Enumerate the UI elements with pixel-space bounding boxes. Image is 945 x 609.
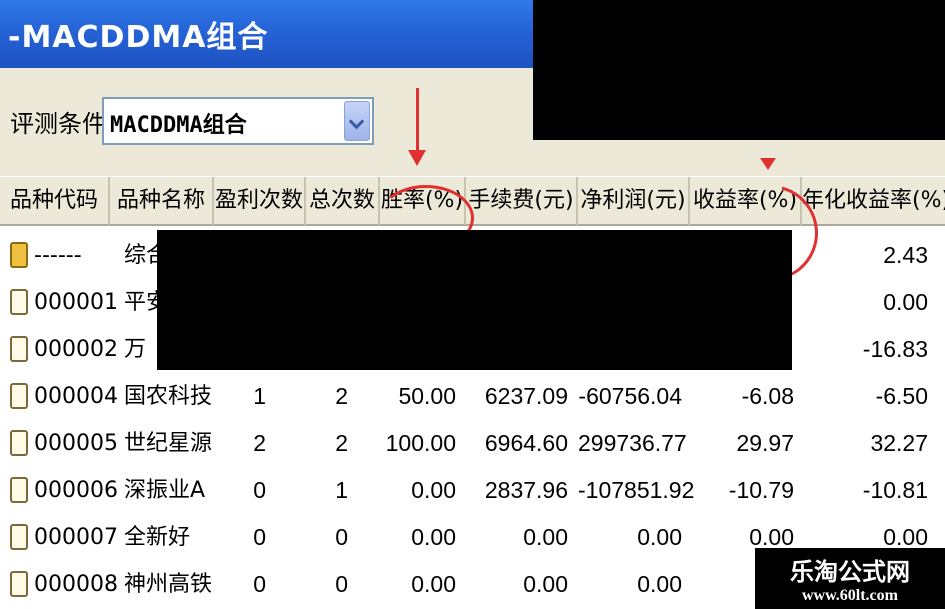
cell-rate: 0.00: [411, 571, 456, 597]
col-header-total[interactable]: 总次数: [306, 177, 380, 225]
annotation-arrow-small: [760, 158, 776, 170]
cell-profit: -107851.92: [578, 477, 695, 503]
col-header-annual-return[interactable]: 年化收益率(%): [802, 177, 945, 225]
cell-win: 2: [253, 430, 266, 456]
condition-select-value: MACDDMA组合: [110, 113, 247, 138]
cell-ret: 29.97: [736, 430, 794, 456]
annotation-arrow: [408, 88, 426, 166]
watermark-name: 乐淘公式网: [790, 558, 910, 586]
cell-win: 0: [253, 571, 266, 597]
cell-win: 0: [253, 524, 266, 550]
col-header-wins[interactable]: 盈利次数: [214, 177, 306, 225]
cell-fee: 2837.96: [484, 477, 568, 503]
cell-fee: 6237.09: [484, 383, 568, 409]
cell-ret: -6.08: [741, 383, 794, 409]
watermark: 乐淘公式网 www.60lt.com: [755, 548, 945, 609]
cell-win: 0: [253, 477, 266, 503]
col-header-code[interactable]: 品种代码: [0, 177, 110, 225]
cell-code: ------: [34, 243, 82, 268]
cell-name: 世纪星源: [124, 431, 213, 456]
table-row[interactable]: 000004 国农科技 1 2 50.00 6237.09 -60756.04 -6.08 -6…: [0, 373, 945, 420]
cell-profit: 299736.77: [578, 430, 687, 456]
cell-total: 0: [335, 571, 348, 597]
condition-select[interactable]: MACDDMA组合: [102, 97, 374, 145]
cell-code: 000006: [34, 478, 118, 503]
document-icon: [10, 383, 28, 409]
cell-annual: -16.83: [862, 336, 928, 362]
table-row[interactable]: 000006 深振业A 0 1 0.00 2837.96 -107851.92 -10.79 -…: [0, 467, 945, 514]
cell-name: 全新好: [124, 525, 191, 550]
table-row[interactable]: 000005 世纪星源 2 2 100.00 6964.60 299736.77 29.97 3…: [0, 420, 945, 467]
summary-icon: [10, 242, 28, 268]
document-icon: [10, 524, 28, 550]
col-header-fee[interactable]: 手续费(元): [466, 177, 578, 225]
col-header-profit[interactable]: 净利润(元): [578, 177, 690, 225]
cell-total: 2: [335, 430, 348, 456]
cell-rate: 0.00: [411, 524, 456, 550]
document-icon: [10, 289, 28, 315]
document-icon: [10, 430, 28, 456]
cell-rate: 50.00: [398, 383, 456, 409]
cell-name: 深振业A: [124, 478, 206, 503]
cell-annual: 2.43: [883, 242, 928, 268]
cell-code: 000001: [34, 290, 118, 315]
cell-code: 000008: [34, 572, 118, 597]
redaction-box-data: [157, 230, 792, 370]
document-icon: [10, 477, 28, 503]
cell-win: 1: [253, 383, 266, 409]
redaction-box-top: [533, 0, 945, 140]
cell-fee: 6964.60: [484, 430, 568, 456]
cell-annual: -10.81: [862, 477, 928, 503]
document-icon: [10, 336, 28, 362]
cell-rate: 100.00: [385, 430, 456, 456]
cell-ret: -10.79: [728, 477, 794, 503]
cell-fee: 0.00: [523, 571, 568, 597]
cell-profit: 0.00: [637, 571, 682, 597]
cell-profit: -60756.04: [578, 383, 682, 409]
chevron-down-icon[interactable]: [344, 101, 370, 141]
cell-total: 2: [335, 383, 348, 409]
watermark-url: www.60lt.com: [802, 587, 898, 604]
document-icon: [10, 571, 28, 597]
cell-annual: 32.27: [870, 430, 928, 456]
cell-annual: -6.50: [875, 383, 928, 409]
window-title: -MACDDMA组合: [8, 20, 269, 55]
cell-code: 000005: [34, 431, 118, 456]
cell-code: 000002: [34, 337, 118, 362]
cell-profit: 0.00: [637, 524, 682, 550]
col-header-name[interactable]: 品种名称: [110, 177, 214, 225]
cell-fee: 0.00: [523, 524, 568, 550]
cell-code: 000004: [34, 384, 118, 409]
cell-total: 0: [335, 524, 348, 550]
cell-rate: 0.00: [411, 477, 456, 503]
condition-label: 评测条件:: [10, 110, 115, 138]
cell-total: 1: [335, 477, 348, 503]
cell-code: 000007: [34, 525, 118, 550]
cell-annual: 0.00: [883, 289, 928, 315]
cell-name: 国农科技: [124, 384, 213, 409]
cell-name: 神州高铁: [124, 572, 213, 597]
